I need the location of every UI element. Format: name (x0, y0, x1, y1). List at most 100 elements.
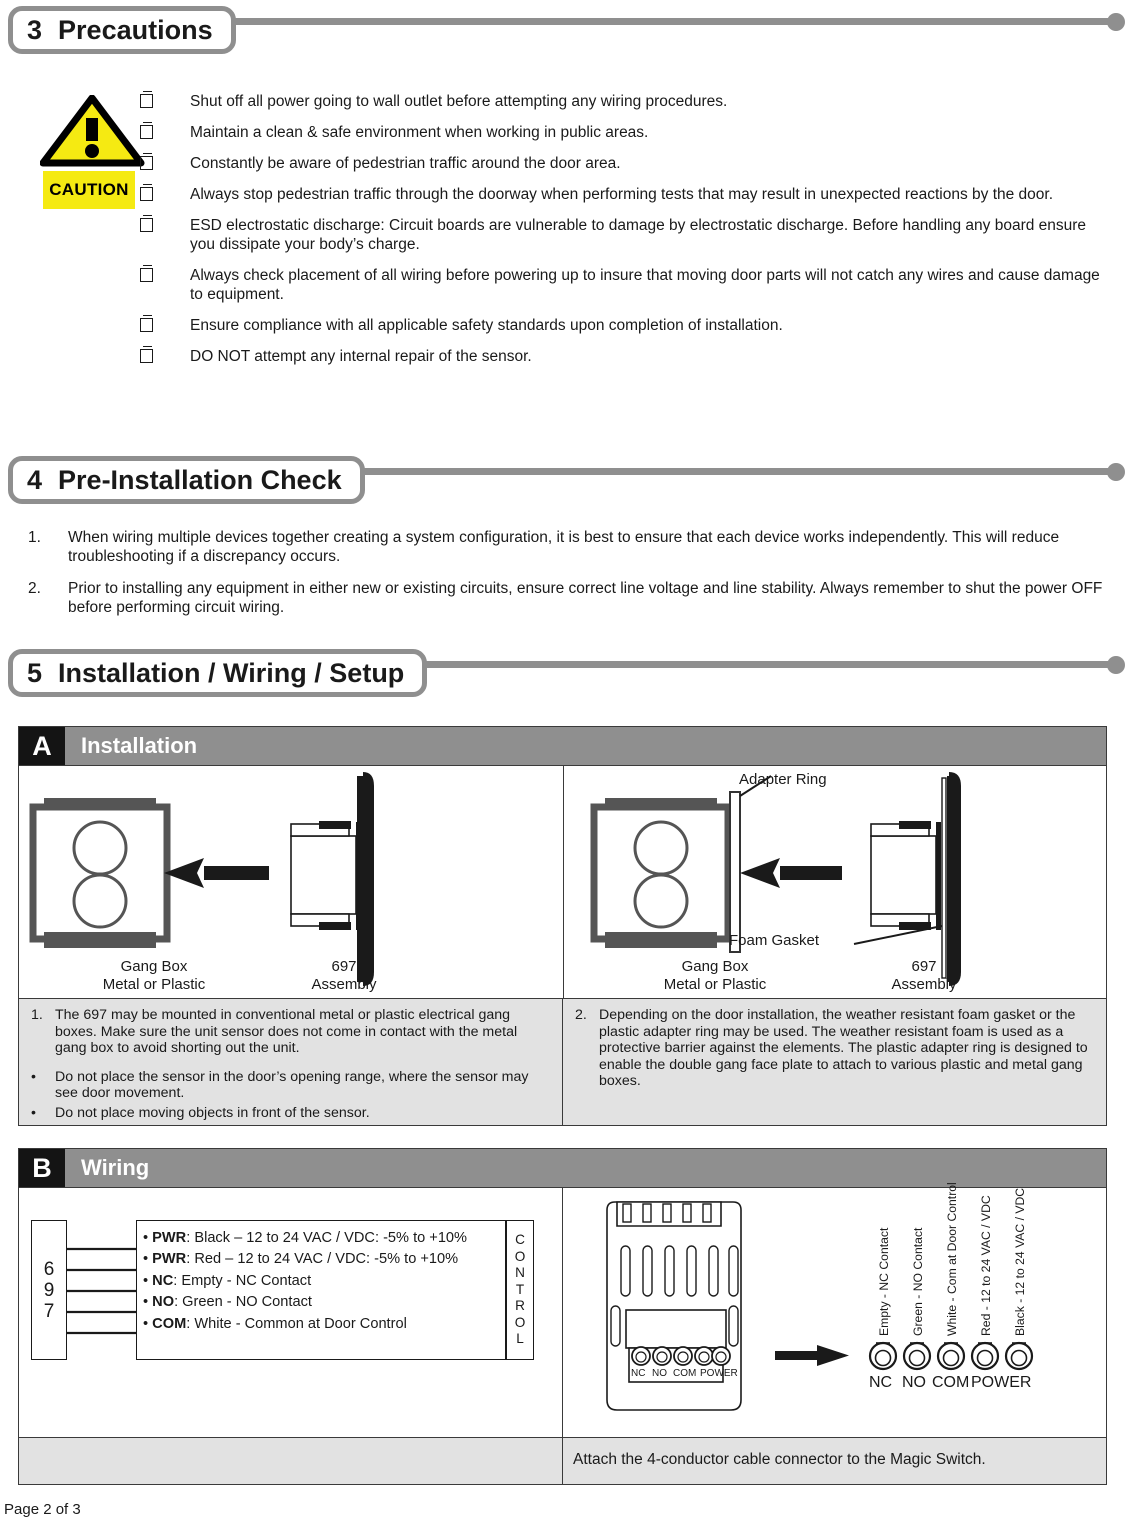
section-title-box: 4 Pre-Installation Check (8, 456, 365, 504)
list-item: • Do not place moving objects in front of… (29, 1105, 552, 1122)
note-text: Do not place moving objects in front of … (55, 1104, 370, 1121)
gangbox-caption: Gang Box Metal or Plastic (590, 958, 840, 994)
list-item: Constantly be aware of pedestrian traffi… (140, 153, 1115, 174)
assembly-caption: 697 Assembly (834, 958, 1014, 994)
section-number: 5 (27, 657, 43, 688)
list-item: Maintain a clean & safe environment when… (140, 122, 1115, 143)
list-item: • PWR: Black – 12 to 24 VAC / VDC: -5% t… (143, 1230, 468, 1246)
device-digit: 9 (43, 1279, 55, 1301)
terminal-wire-label: Empty - NC Contact (877, 1227, 891, 1336)
checkbox-icon (140, 91, 153, 112)
precaution-text: DO NOT attempt any internal repair of th… (190, 348, 532, 365)
section-header-preinstallation: 4 Pre-Installation Check (0, 450, 1125, 510)
note-text: The 697 may be mounted in conventional m… (55, 1007, 518, 1057)
section-title-box: 3 Precautions (8, 6, 236, 54)
wiring-note-cell-left (19, 1438, 563, 1484)
device-digit: 6 (43, 1258, 55, 1280)
notes-cell-right: 2. Depending on the door installation, th… (563, 999, 1106, 1125)
section-title: Pre-Installation Check (58, 464, 342, 495)
wiring-note-cell-right: Attach the 4-conductor cable connector t… (563, 1438, 1106, 1484)
precaution-text: ESD electrostatic discharge: Circuit boa… (190, 217, 1087, 253)
terminal-wire-label: Red - 12 to 24 VAC / VDC (979, 1195, 993, 1336)
installation-diagram-accessories: Adapter Ring Foam Gasket Gang Box Metal … (564, 766, 1108, 998)
item-text: Prior to installing any equipment in eit… (68, 580, 1103, 616)
diagram-cell-left: Gang Box Metal or Plastic 697 Assembly (19, 766, 564, 998)
terminal-name: POWER (971, 1374, 1032, 1391)
terminal-wire-label: White - Com at Door Control (945, 1182, 959, 1336)
diagram-cell-right: Adapter Ring Foam Gasket Gang Box Metal … (564, 766, 1108, 998)
precaution-text: Constantly be aware of pedestrian traffi… (190, 155, 621, 172)
caution-symbol: CAUTION (40, 95, 145, 209)
wire-terminal: NO (152, 1294, 175, 1311)
foam-gasket-label: Foam Gasket (729, 932, 820, 949)
caution-label-box: CAUTION (43, 171, 135, 209)
item-marker: • (31, 1104, 36, 1121)
precaution-text: Maintain a clean & safe environment when… (190, 124, 649, 141)
left-notes-list: 1. The 697 may be mounted in conventional… (29, 1007, 552, 1122)
control-letter: R (515, 1298, 525, 1314)
list-item: • PWR: Red – 12 to 24 VAC / VDC: -5% to … (143, 1251, 459, 1268)
wire-terminal: PWR (152, 1230, 187, 1246)
caption-line: Gang Box (681, 958, 749, 975)
caption-line: Metal or Plastic (663, 976, 767, 993)
list-item: 1. The 697 may be mounted in conventional… (29, 1007, 552, 1057)
checkbox-icon (140, 215, 153, 236)
wire-legend-box: • PWR: Black – 12 to 24 VAC / VDC: -5% t… (136, 1220, 506, 1360)
list-item: ESD electrostatic discharge: Circuit boa… (140, 215, 1115, 254)
section-number: 4 (27, 464, 43, 495)
wire-list: • PWR: Black – 12 to 24 VAC / VDC: -5% t… (137, 1221, 505, 1339)
door-control-block: C O N T R O L (506, 1220, 534, 1360)
list-item: • NO: Green - NO Contact (143, 1294, 312, 1311)
control-letter: O (514, 1314, 526, 1330)
list-item: 1. When wiring multiple devices together … (22, 528, 1112, 566)
caption-line: 697 (331, 958, 357, 975)
gangbox-caption: Gang Box Metal or Plastic (29, 958, 279, 994)
list-item: • Do not place the sensor in the door’s o… (29, 1069, 552, 1102)
control-letter: T (515, 1281, 525, 1297)
terminal-name: COM (932, 1374, 970, 1391)
wire-terminal: COM (152, 1315, 187, 1332)
wiring-note-row: Attach the 4-conductor cable connector t… (19, 1437, 1106, 1484)
svg-text:POWER: POWER (700, 1368, 738, 1379)
terminal-wire-label: Green - NO Contact (911, 1227, 925, 1336)
item-marker: 2. (575, 1007, 587, 1023)
wire-desc: : Black – 12 to 24 VAC / VDC: -5% to +10… (186, 1230, 468, 1246)
caption-line: Metal or Plastic (102, 976, 206, 993)
section-header-precautions: 3 Precautions (0, 0, 1125, 60)
page-footer: Page 2 of 3 (4, 1501, 81, 1518)
caption-line: Assembly (891, 976, 957, 993)
note-text: Depending on the door installation, the … (599, 1007, 1088, 1090)
checkbox-icon (140, 153, 153, 174)
notes-cell-left: 1. The 697 may be mounted in conventional… (19, 999, 563, 1125)
item-text: When wiring multiple devices together cr… (68, 529, 1060, 565)
checkbox-icon (140, 122, 153, 143)
right-notes-list: 2. Depending on the door installation, th… (573, 1007, 1096, 1090)
list-item: 2. Depending on the door installation, th… (573, 1007, 1096, 1090)
assembly-caption: 697 Assembly (254, 958, 434, 994)
table-a-header: A Installation (19, 727, 1106, 765)
header-dot (1107, 656, 1125, 674)
wire-terminal: NC (152, 1272, 174, 1289)
header-dot (1107, 13, 1125, 31)
caption-line: Gang Box (120, 958, 188, 975)
svg-text:COM: COM (673, 1368, 696, 1379)
wiring-note-text: Attach the 4-conductor cable connector t… (573, 1450, 986, 1468)
diagram-row: Gang Box Metal or Plastic 697 Assembly A… (19, 765, 1106, 998)
control-letter: O (514, 1248, 526, 1264)
checkbox-icon (140, 315, 153, 336)
wiring-row: 6 9 7 • PWR: Black – 12 to 24 VAC / VDC:… (19, 1182, 1106, 1437)
list-item: • COM: White - Common at Door Control (143, 1315, 407, 1332)
table-b-header: B Wiring (19, 1149, 1106, 1187)
section-title: Installation / Wiring / Setup (58, 657, 405, 688)
table-b-title: Wiring (81, 1155, 150, 1180)
table-installation: A Installation Gang Box Metal or Plastic… (18, 726, 1107, 1126)
precaution-text: Always check placement of all wiring bef… (190, 267, 1100, 303)
wire-desc: : White - Common at Door Control (186, 1315, 407, 1332)
list-item: Ensure compliance with all applicable sa… (140, 315, 1115, 336)
list-item: 2. Prior to installing any equipment in e… (22, 579, 1112, 617)
device-terminal-cell: NC NO COM POWER Empty - NC Contact Green -… (563, 1182, 1106, 1437)
manual-page: 3 Precautions CAUTION Shut off all power… (0, 0, 1125, 1534)
table-wiring: B Wiring 6 9 7 • PWR: Black – 12 to 24 V… (18, 1148, 1107, 1485)
device-697-block: 6 9 7 (31, 1220, 67, 1360)
device-digit: 7 (43, 1300, 55, 1322)
